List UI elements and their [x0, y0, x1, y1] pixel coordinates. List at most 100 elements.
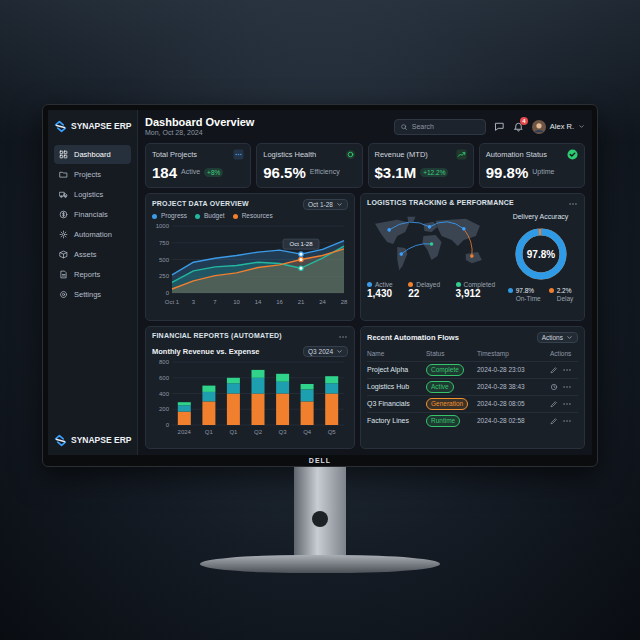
more-icon: [562, 416, 572, 426]
logistics-panel: LOGISTICS TRACKING & PERFORMANCEActive1,…: [360, 193, 585, 321]
table-row[interactable]: Q3 FinancialsGeneration2024-0-28 08:05: [367, 395, 578, 412]
kpi-card[interactable]: Revenue (MTD)$3.1M+12.2%: [368, 143, 474, 188]
bar-segment[interactable]: [227, 384, 240, 394]
x-tick: Q1: [229, 429, 238, 435]
sidebar-item[interactable]: Assets: [54, 245, 131, 264]
stat-item: Completed3,912: [456, 281, 495, 301]
notification-badge: 4: [520, 117, 528, 125]
more-button[interactable]: [568, 199, 578, 209]
sidebar-item[interactable]: Financials: [54, 205, 131, 224]
footer-logo: SYNAPSE ERP: [54, 434, 131, 447]
legend-dot: [508, 288, 513, 293]
messages-button[interactable]: [494, 121, 505, 132]
kpi-value: $3.1M: [375, 164, 417, 182]
y-tick: 1000: [156, 223, 170, 229]
table-header: NameStatusTimestampActions: [367, 347, 578, 361]
page-title: Dashboard Overview: [145, 116, 254, 129]
legend-dot: [195, 214, 200, 219]
flow-name: Logistics Hub: [367, 383, 423, 391]
kpi-card[interactable]: Automation Status99.8%Uptime: [479, 143, 585, 188]
chevron-icon: [336, 201, 343, 208]
health-icon: [345, 149, 356, 160]
chat-icon: [494, 121, 505, 132]
row-more-button[interactable]: [562, 365, 572, 375]
column-header: Actions: [550, 350, 578, 358]
bar-segment[interactable]: [325, 394, 338, 426]
legend-dot: [152, 214, 157, 219]
sidebar-item[interactable]: Dashboard: [54, 145, 131, 164]
kpi-value: 96.5%: [263, 164, 306, 182]
sidebar-item[interactable]: Reports: [54, 265, 131, 284]
bar-segment[interactable]: [301, 390, 314, 402]
bar-segment[interactable]: [178, 406, 191, 412]
more-icon: [562, 382, 572, 392]
world-map[interactable]: [367, 213, 493, 277]
stat-item: Delayed22: [408, 281, 440, 301]
range-dropdown[interactable]: Oct 1-28: [303, 199, 348, 211]
kpi-card[interactable]: Total Projects184Active+8%: [145, 143, 251, 188]
row-actions: [550, 365, 578, 375]
table-row[interactable]: Logistics HubActive2024-0-28 38:43: [367, 378, 578, 395]
x-tick: Q5: [328, 429, 337, 435]
truck-icon: [59, 190, 68, 199]
bar-segment[interactable]: [276, 394, 289, 426]
bar-segment[interactable]: [227, 394, 240, 426]
app-logo[interactable]: SYNAPSE ERP: [54, 120, 131, 133]
row-actions: [550, 416, 578, 426]
status-tag: Active: [426, 381, 454, 393]
x-tick: Q4: [303, 429, 312, 435]
row-more-button[interactable]: [562, 416, 572, 426]
edit-button[interactable]: [550, 366, 558, 374]
search-input[interactable]: [412, 123, 480, 131]
bar-segment[interactable]: [276, 374, 289, 382]
bar-segment[interactable]: [325, 384, 338, 394]
row-more-button[interactable]: [562, 382, 572, 392]
accuracy-legend-item: 2.2%Delay: [549, 287, 574, 303]
donut-track: [519, 232, 563, 276]
bar-segment[interactable]: [227, 378, 240, 384]
sidebar-item[interactable]: Projects: [54, 165, 131, 184]
sidebar-item[interactable]: Settings: [54, 285, 131, 304]
bar-segment[interactable]: [252, 378, 265, 394]
period-dropdown[interactable]: Q3 2024: [303, 346, 348, 358]
row-actions: [550, 382, 578, 392]
bar-segment[interactable]: [301, 384, 314, 390]
panel-title: Recent Automation Flows: [367, 333, 459, 342]
table-row[interactable]: Factory LinesRuntime2024-0-28 02:58: [367, 412, 578, 429]
legend-dot: [233, 214, 238, 219]
accuracy-title: Delivery Accuracy: [513, 213, 569, 221]
monitor-logo: DELL: [309, 455, 331, 466]
timestamp: 2024-0-28 23:03: [477, 366, 547, 374]
bar-segment[interactable]: [178, 403, 191, 406]
actions-dropdown[interactable]: Actions: [537, 332, 578, 344]
main-content: Dashboard OverviewMon, Oct 28, 20244Alex…: [138, 110, 592, 455]
data-point[interactable]: [299, 266, 303, 270]
search-box[interactable]: [394, 119, 486, 135]
accuracy-legend-item: 97.8%On-Time: [508, 287, 541, 303]
bar-segment[interactable]: [202, 402, 215, 426]
bar-segment[interactable]: [301, 402, 314, 426]
more-button[interactable]: [338, 332, 348, 342]
sidebar-item[interactable]: Logistics: [54, 185, 131, 204]
data-point[interactable]: [299, 257, 303, 261]
notifications-button[interactable]: 4: [513, 121, 524, 132]
stat-dot: [408, 282, 413, 287]
bar-segment[interactable]: [202, 392, 215, 402]
bar-segment[interactable]: [252, 370, 265, 378]
bar-segment[interactable]: [202, 386, 215, 392]
kpi-card[interactable]: Logistics Health96.5%Efficiency: [256, 143, 362, 188]
edit-button[interactable]: [550, 400, 558, 408]
edit-button[interactable]: [550, 417, 558, 425]
bar-segment[interactable]: [325, 377, 338, 384]
user-menu[interactable]: Alex R.: [532, 120, 585, 134]
column-header: Status: [426, 350, 474, 358]
table-row[interactable]: Project AlphaComplete2024-0-28 23:03: [367, 361, 578, 378]
row-more-button[interactable]: [562, 399, 572, 409]
bar-segment[interactable]: [276, 382, 289, 394]
column-header: Timestamp: [477, 350, 547, 358]
data-point[interactable]: [299, 252, 303, 256]
bar-segment[interactable]: [252, 394, 265, 426]
schedule-button[interactable]: [550, 383, 558, 391]
sidebar-item[interactable]: Automation: [54, 225, 131, 244]
bar-segment[interactable]: [178, 412, 191, 425]
